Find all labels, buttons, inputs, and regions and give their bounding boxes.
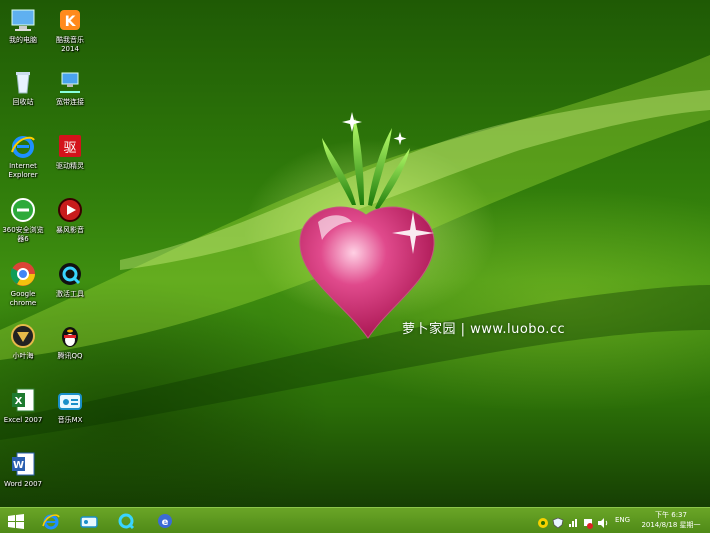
taskbar-internet-explorer[interactable]	[40, 511, 62, 531]
taskbar-music-player[interactable]	[78, 511, 100, 531]
internet-explorer-icon	[9, 132, 37, 160]
language-indicator[interactable]: ENG	[615, 516, 630, 524]
desktop-icon-music-mx[interactable]: 音乐MX	[48, 386, 92, 425]
music-radio-icon	[80, 516, 98, 528]
wallpaper-graphic	[0, 55, 710, 440]
kuwo-music-icon: K	[56, 6, 84, 34]
desktop-icon-driver-genius[interactable]: 驱 驱动精灵	[48, 132, 92, 171]
start-button[interactable]	[6, 511, 26, 531]
system-clock[interactable]: 下午 6:37 2014/8/18 星期一	[636, 510, 706, 530]
activation-tool-icon	[56, 260, 84, 288]
magnifier-q-icon	[118, 513, 135, 530]
desktop-icon-label: Google chrome	[9, 290, 37, 307]
baofeng-player-icon	[56, 196, 84, 224]
desktop-icon-label: 音乐MX	[57, 416, 83, 424]
desktop-icon-word-2007[interactable]: W Word 2007	[1, 450, 45, 489]
tray-security-icon[interactable]	[537, 514, 549, 528]
svg-text:W: W	[13, 460, 24, 471]
desktop-icon-360-browser[interactable]: 360安全浏览 器6	[1, 196, 45, 244]
desktop-icon-google-chrome[interactable]: Google chrome	[1, 260, 45, 308]
clock-time: 下午 6:37	[655, 511, 687, 519]
desktop-icon-label: 360安全浏览 器6	[2, 226, 44, 243]
desktop-icon-label: 我的电脑	[9, 36, 37, 44]
desktop-icon-recycle-bin[interactable]: 回收站	[1, 68, 45, 107]
computer-icon	[9, 6, 37, 34]
desktop-wallpaper: 我的电脑 K 酷我音乐 2014 回收站 宽带连接 Internet Explo…	[0, 0, 710, 507]
desktop-icon-label: Internet Explorer	[8, 162, 38, 179]
desktop-icon-label: 驱动精灵	[56, 162, 84, 170]
internet-explorer-icon	[42, 514, 60, 530]
desktop-icon-my-computer[interactable]: 我的电脑	[1, 6, 45, 45]
chrome-icon	[9, 260, 37, 288]
360-browser-icon	[9, 196, 37, 224]
svg-text:e: e	[162, 517, 169, 528]
desktop-icon-label: 酷我音乐 2014	[56, 36, 84, 53]
desktop-icon-label: 小叶海	[12, 352, 34, 360]
desktop-icon-label: Word 2007	[3, 480, 43, 488]
tray-shield-icon[interactable]	[552, 514, 564, 529]
desktop-icon-tencent-qq[interactable]: 腾讯QQ	[48, 322, 92, 361]
desktop-icon-label: 宽带连接	[56, 98, 84, 106]
desktop-icon-label: 暴风影音	[56, 226, 84, 234]
svg-text:K: K	[65, 14, 77, 30]
xiaoyehai-icon	[9, 322, 37, 350]
driver-genius-icon: 驱	[56, 132, 84, 160]
desktop-icon-broadband[interactable]: 宽带连接	[48, 68, 92, 107]
qq-penguin-icon	[56, 322, 84, 350]
network-icon	[56, 68, 84, 96]
desktop-icon-internet-explorer[interactable]: Internet Explorer	[1, 132, 45, 180]
tray-notification-flag-icon[interactable]	[582, 514, 594, 529]
desktop-icon-label: Excel 2007	[3, 416, 43, 424]
svg-text:驱: 驱	[63, 141, 76, 156]
svg-text:X: X	[15, 396, 23, 407]
desktop-icon-excel-2007[interactable]: X Excel 2007	[1, 386, 45, 425]
desktop-icon-label: 激活工具	[56, 290, 84, 298]
tray-volume-icon[interactable]	[597, 514, 609, 528]
clock-date: 2014/8/18 星期一	[641, 521, 701, 529]
wallpaper-brand-text: 萝卜家园 | www.luobo.cc	[402, 322, 566, 337]
excel-icon: X	[9, 386, 37, 414]
desktop-icon-kuwo-music[interactable]: K 酷我音乐 2014	[48, 6, 92, 54]
desktop-icon-baofeng[interactable]: 暴风影音	[48, 196, 92, 235]
taskbar-activation-tool[interactable]	[116, 511, 138, 531]
word-icon: W	[9, 450, 37, 478]
browser-e-icon: e	[158, 514, 172, 528]
tray-network-icon[interactable]	[567, 514, 579, 527]
taskbar-360-browser[interactable]: e	[154, 511, 176, 531]
desktop-icon-activation-tool[interactable]: 激活工具	[48, 260, 92, 299]
windows-logo-icon	[8, 514, 24, 529]
desktop-icon-label: 回收站	[12, 98, 34, 106]
desktop-icon-label: 腾讯QQ	[57, 352, 83, 360]
music-radio-icon	[56, 386, 84, 414]
recycle-bin-icon	[9, 68, 37, 96]
desktop-icon-xiaoyehai[interactable]: 小叶海	[1, 322, 45, 361]
taskbar: e ENG 下午 6:37 2014/8/18 星期一	[0, 507, 710, 533]
